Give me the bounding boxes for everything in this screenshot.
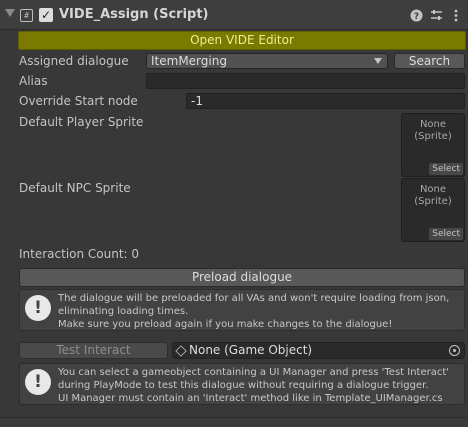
- player-sprite-type: (Sprite): [414, 131, 452, 142]
- assigned-dialogue-label: Assigned dialogue: [19, 54, 129, 68]
- alias-label: Alias: [19, 74, 48, 88]
- assigned-dialogue-value: ItemMerging: [151, 54, 227, 68]
- override-start-label: Override Start node: [19, 94, 138, 108]
- object-picker-icon[interactable]: [449, 345, 460, 356]
- component-header: # ✓ VIDE_Assign (Script) ?: [0, 0, 468, 30]
- player-sprite-label: Default Player Sprite: [19, 115, 144, 129]
- script-icon: #: [20, 9, 33, 22]
- game-object-field[interactable]: None (Game Object): [172, 342, 465, 359]
- preload-dialogue-button[interactable]: Preload dialogue: [19, 268, 465, 287]
- help-line: The dialogue will be preloaded for all V…: [58, 293, 450, 304]
- alias-field[interactable]: [146, 73, 465, 89]
- search-button[interactable]: Search: [394, 53, 465, 69]
- npc-sprite-label: Default NPC Sprite: [19, 181, 131, 195]
- npc-sprite-type: (Sprite): [414, 196, 452, 207]
- player-sprite-select-button[interactable]: Select: [429, 163, 463, 175]
- help-line: UI Manager must contain an 'Interact' me…: [58, 393, 443, 404]
- chevron-down-icon: [374, 58, 382, 64]
- test-interact-button[interactable]: Test Interact: [19, 342, 168, 359]
- game-object-icon: [175, 345, 187, 357]
- player-sprite-value: None: [419, 119, 447, 130]
- help-line: Make sure you preload again if you make …: [58, 319, 393, 330]
- info-icon: !: [25, 369, 51, 395]
- player-sprite-field[interactable]: None (Sprite) Select: [401, 113, 465, 177]
- triangle-down-icon[interactable]: [5, 9, 15, 17]
- npc-sprite-field[interactable]: None (Sprite) Select: [401, 178, 465, 242]
- npc-sprite-value: None: [419, 184, 447, 195]
- component-enabled-checkbox[interactable]: ✓: [39, 8, 53, 22]
- assigned-dialogue-dropdown[interactable]: ItemMerging: [146, 53, 388, 69]
- help-line: You can select a gameobject containing a…: [58, 367, 450, 378]
- open-vide-editor-button[interactable]: Open VIDE Editor: [18, 31, 466, 50]
- help-line: eliminating loading times.: [58, 306, 189, 317]
- svg-text:?: ?: [413, 12, 418, 22]
- info-icon: !: [25, 295, 51, 321]
- preload-help-box: ! The dialogue will be preloaded for all…: [19, 289, 465, 331]
- override-start-field[interactable]: -1: [186, 93, 465, 109]
- presets-icon[interactable]: [429, 7, 443, 23]
- test-help-box: ! You can select a gameobject containing…: [19, 363, 465, 405]
- kebab-menu-icon[interactable]: [449, 7, 463, 23]
- npc-sprite-select-button[interactable]: Select: [429, 228, 463, 240]
- help-icon[interactable]: ?: [409, 7, 423, 23]
- component-title: VIDE_Assign (Script): [59, 7, 209, 22]
- inspector-bottom-divider: [0, 417, 468, 427]
- interaction-count: Interaction Count: 0: [19, 247, 140, 261]
- game-object-value: None (Game Object): [189, 343, 313, 357]
- help-line: during PlayMode to test this dialogue wi…: [58, 380, 429, 391]
